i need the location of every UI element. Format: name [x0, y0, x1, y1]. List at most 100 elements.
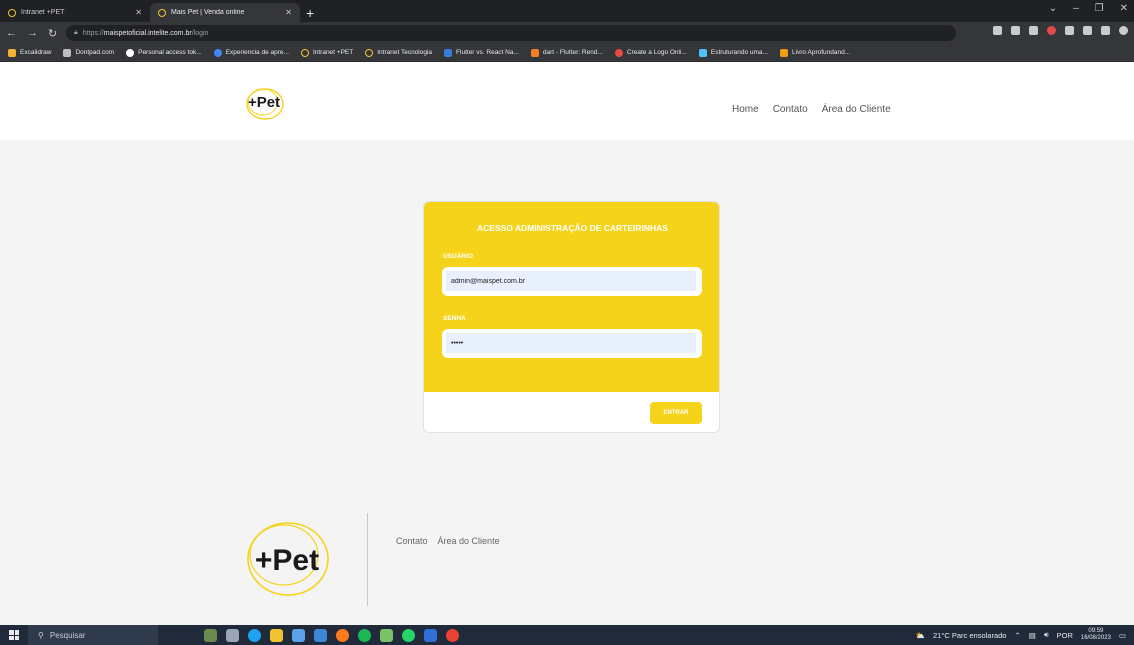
profile-avatar[interactable] — [1119, 26, 1128, 35]
github-icon — [126, 48, 135, 57]
bookmark-item[interactable]: Intranet Tecnologia — [365, 48, 433, 57]
new-tab-button[interactable]: + — [306, 5, 314, 21]
login-button[interactable]: ENTRAR — [650, 402, 702, 424]
clock-time: 09:59 — [1088, 628, 1104, 634]
footer-link-area-do-cliente[interactable]: Área do Cliente — [438, 536, 500, 546]
search-icon: ⚲ — [38, 630, 44, 640]
bookmark-item[interactable]: Dontpad.com — [63, 48, 115, 57]
nav-contato[interactable]: Contato — [773, 104, 808, 115]
bookmark-icon — [530, 48, 539, 57]
bookmark-icon — [779, 48, 788, 57]
extension-icon[interactable] — [1047, 26, 1056, 35]
pet-favicon-icon — [158, 8, 166, 17]
bookmark-item[interactable]: Intranet +PET — [300, 48, 353, 57]
brand-text: +Pet — [248, 94, 280, 111]
task-view-icon[interactable] — [226, 628, 239, 642]
extension-icon[interactable] — [1065, 26, 1074, 35]
whatsapp-icon[interactable] — [402, 628, 415, 642]
nav-home[interactable]: Home — [732, 104, 759, 115]
key-icon[interactable] — [993, 26, 1002, 35]
volume-icon[interactable]: 🔊︎ — [1044, 630, 1049, 640]
reload-icon[interactable]: ↻ — [48, 27, 57, 40]
notepad-icon[interactable] — [380, 628, 393, 642]
pet-favicon-icon — [300, 48, 309, 57]
share-icon[interactable] — [1011, 26, 1020, 35]
brand-logo[interactable]: +Pet — [242, 85, 286, 121]
bookmark-label: Intranet Tecnologia — [377, 49, 433, 56]
notifications-icon[interactable]: ▭ — [1119, 631, 1126, 640]
bookmark-icon — [63, 48, 72, 57]
bookmark-item[interactable]: Personal access tok... — [126, 48, 202, 57]
footer-brand-text: +Pet — [255, 544, 319, 577]
bookmark-item[interactable]: Flutter vs. React Na... — [444, 48, 519, 57]
chrome-icon[interactable] — [446, 628, 459, 642]
password-input[interactable] — [446, 333, 696, 353]
bookmark-item[interactable]: Experiencia de apre... — [213, 48, 289, 57]
mail-icon[interactable] — [314, 628, 327, 642]
back-icon[interactable]: ← — [6, 27, 17, 39]
main-nav: Home Contato Área do Cliente — [732, 104, 891, 115]
bookmark-item[interactable]: Livro Aprofundand... — [779, 48, 850, 57]
puzzle-icon[interactable] — [1083, 26, 1092, 35]
bookmark-item[interactable]: dart - Flutter: Rend... — [530, 48, 603, 57]
nav-area-do-cliente[interactable]: Área do Cliente — [822, 104, 891, 115]
url-host: maispetoficial.intelite.com.br — [103, 29, 192, 37]
footer-link-contato[interactable]: Contato — [396, 536, 428, 546]
browser-tab-strip: Intranet +PET ✕ Mais Pet | Venda online … — [0, 0, 1134, 22]
restore-icon[interactable]: ❐ — [1095, 3, 1104, 14]
site-header: +Pet Home Contato Área do Cliente — [0, 62, 1134, 140]
bookmark-item[interactable]: Create a Logo Onli... — [614, 48, 687, 57]
widgets-icon[interactable] — [204, 628, 217, 642]
minimize-icon[interactable]: – — [1073, 3, 1079, 14]
url-scheme: https:// — [82, 29, 104, 37]
user-input[interactable] — [446, 271, 696, 291]
tab-title: Intranet +PET — [21, 9, 65, 16]
language-indicator[interactable]: POR — [1057, 631, 1073, 640]
close-icon[interactable]: ✕ — [135, 8, 142, 17]
lock-icon[interactable]: 🔒︎ — [74, 29, 78, 37]
network-icon[interactable]: ▤ — [1029, 631, 1036, 640]
taskbar-search[interactable]: ⚲ Pesquisar — [28, 625, 158, 645]
bookmark-label: Create a Logo Onli... — [626, 49, 687, 56]
footer-divider — [367, 513, 368, 606]
star-icon[interactable] — [1029, 26, 1038, 35]
url-path: /login — [191, 29, 209, 37]
close-window-icon[interactable]: ✕ — [1120, 3, 1128, 14]
bookmark-label: Flutter vs. React Na... — [456, 49, 519, 56]
clock[interactable]: 09:59 16/08/2023 — [1081, 628, 1111, 642]
edge-icon[interactable] — [248, 628, 261, 642]
spotify-icon[interactable] — [358, 628, 371, 642]
start-button[interactable] — [0, 630, 28, 640]
bookmark-label: Dontpad.com — [75, 49, 115, 56]
clock-date: 16/08/2023 — [1080, 635, 1111, 641]
store-icon[interactable] — [292, 628, 305, 642]
bookmark-label: Experiencia de apre... — [225, 49, 289, 56]
close-icon[interactable]: ✕ — [285, 8, 292, 17]
footer-links: Contato Área do Cliente — [396, 536, 500, 546]
bookmark-icon — [213, 48, 222, 57]
bookmark-item[interactable]: Estruturando uma... — [698, 48, 768, 57]
login-title: ACESSO ADMINISTRAÇÃO DE CARTEIRINHAS — [477, 223, 668, 233]
forward-icon[interactable]: → — [27, 27, 38, 39]
weather-text[interactable]: 21°C Parc ensolarado — [933, 631, 1006, 640]
file-explorer-icon[interactable] — [270, 628, 283, 642]
bookmark-label: Excalidraw — [20, 49, 52, 56]
tab-title: Mais Pet | Venda online — [171, 9, 245, 16]
weather-icon[interactable]: ⛅ — [916, 631, 925, 640]
firefox-icon[interactable] — [336, 628, 349, 642]
window-controls: ⌄ – ❐ ✕ — [1049, 3, 1128, 14]
vscode-icon[interactable] — [424, 628, 437, 642]
pet-favicon-icon — [8, 8, 16, 17]
footer-brand-logo[interactable]: +Pet — [240, 517, 332, 599]
tab-mais-pet[interactable]: Mais Pet | Venda online ✕ — [150, 3, 300, 22]
windows-icon — [9, 630, 19, 640]
sidebar-icon[interactable] — [1101, 26, 1110, 35]
windows-taskbar: ⚲ Pesquisar ⛅ 21°C Parc ensolarado ⌃ ▤ 🔊… — [0, 625, 1134, 645]
chevron-up-icon[interactable]: ⌃ — [1014, 631, 1020, 640]
tab-intranet[interactable]: Intranet +PET ✕ — [0, 3, 150, 22]
chevron-down-icon[interactable]: ⌄ — [1049, 3, 1057, 14]
login-card: ACESSO ADMINISTRAÇÃO DE CARTEIRINHAS USU… — [423, 201, 720, 433]
bookmark-item[interactable]: Excalidraw — [8, 48, 52, 57]
address-bar[interactable]: 🔒︎ https://maispetoficial.intelite.com.b… — [66, 25, 956, 41]
bookmark-label: Estruturando uma... — [710, 49, 768, 56]
